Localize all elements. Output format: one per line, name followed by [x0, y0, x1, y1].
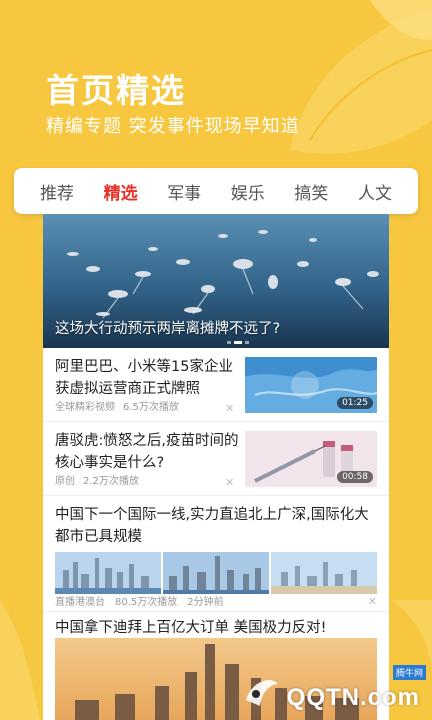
- tab-recommend[interactable]: 推荐: [40, 179, 74, 204]
- hero-caption: 这场大行动预示两岸离摊牌不远了?: [55, 321, 281, 337]
- news-title: 中国下一个国际一线,实力直追北上广深,国际化大都市已具规模: [55, 507, 369, 545]
- dismiss-icon[interactable]: ✕: [225, 476, 234, 489]
- carousel-dot: [227, 341, 231, 344]
- watermark-brand: QQTN.com: [286, 684, 420, 711]
- news-source: 原创: [55, 476, 75, 487]
- carousel-dot: [245, 341, 249, 344]
- news-title: 唐驳虎:愤怒之后,疫苗时间的核心事实是什么?: [55, 433, 239, 471]
- carousel-dot-active: [234, 341, 242, 344]
- news-time: 2分钟前: [187, 597, 224, 608]
- video-thumbnail[interactable]: 00:58: [245, 431, 377, 487]
- tab-funny[interactable]: 搞笑: [294, 179, 328, 204]
- news-title: 阿里巴巴、小米等15家企业获虚拟运营商正式牌照: [55, 359, 233, 397]
- tab-featured[interactable]: 精选: [104, 179, 138, 204]
- news-source: 全球精彩视频: [55, 402, 115, 413]
- news-plays: 2.2万次播放: [83, 476, 139, 487]
- news-meta: 全球精彩视频 6.5万次播放: [55, 398, 179, 413]
- news-feed: 这场大行动预示两岸离摊牌不远了? 阿里巴巴、小米等15家企业获虚拟运营商正式牌照…: [43, 214, 389, 720]
- news-title[interactable]: 中国拿下迪拜上百亿大订单 美国极力反对!: [55, 616, 326, 637]
- news-meta: 直播港澳台 80.5万次播放 2分钟前: [55, 593, 224, 608]
- video-thumbnail[interactable]: 01:25: [245, 357, 377, 413]
- hero-banner[interactable]: 这场大行动预示两岸离摊牌不远了?: [43, 214, 389, 348]
- skyline-image: [55, 552, 161, 594]
- news-meta: 原创 2.2万次播放: [55, 472, 139, 487]
- background-leaf-decoration: [290, 0, 432, 154]
- skyline-image: [163, 552, 269, 594]
- news-source: 直播港澳台: [55, 597, 105, 608]
- video-duration: 01:25: [337, 397, 373, 409]
- image-gallery: [55, 552, 377, 594]
- news-item[interactable]: 阿里巴巴、小米等15家企业获虚拟运营商正式牌照 全球精彩视频 6.5万次播放 ✕…: [43, 348, 389, 422]
- category-tabbar: 推荐 精选 军事 娱乐 搞笑 人文: [14, 168, 418, 214]
- dismiss-icon[interactable]: ✕: [368, 595, 377, 608]
- page-title: 首页精选: [46, 71, 186, 110]
- tab-military[interactable]: 军事: [167, 179, 201, 204]
- news-plays: 80.5万次播放: [115, 597, 178, 608]
- skyline-image: [271, 552, 377, 594]
- news-item-gallery[interactable]: 中国下一个国际一线,实力直追北上广深,国际化大都市已具规模 直播港澳台 80.5…: [43, 496, 389, 612]
- tab-culture[interactable]: 人文: [358, 179, 392, 204]
- news-plays: 6.5万次播放: [123, 402, 179, 413]
- page-subtitle: 精编专题 突发事件现场早知道: [46, 116, 300, 137]
- carousel-indicator: [227, 341, 249, 344]
- tab-entertainment[interactable]: 娱乐: [231, 179, 265, 204]
- news-item[interactable]: 唐驳虎:愤怒之后,疫苗时间的核心事实是什么? 原创 2.2万次播放 ✕ 00:5…: [43, 422, 389, 496]
- video-duration: 00:58: [337, 471, 373, 483]
- dismiss-icon[interactable]: ✕: [225, 402, 234, 415]
- watermark-tag: 腾牛网: [392, 665, 426, 680]
